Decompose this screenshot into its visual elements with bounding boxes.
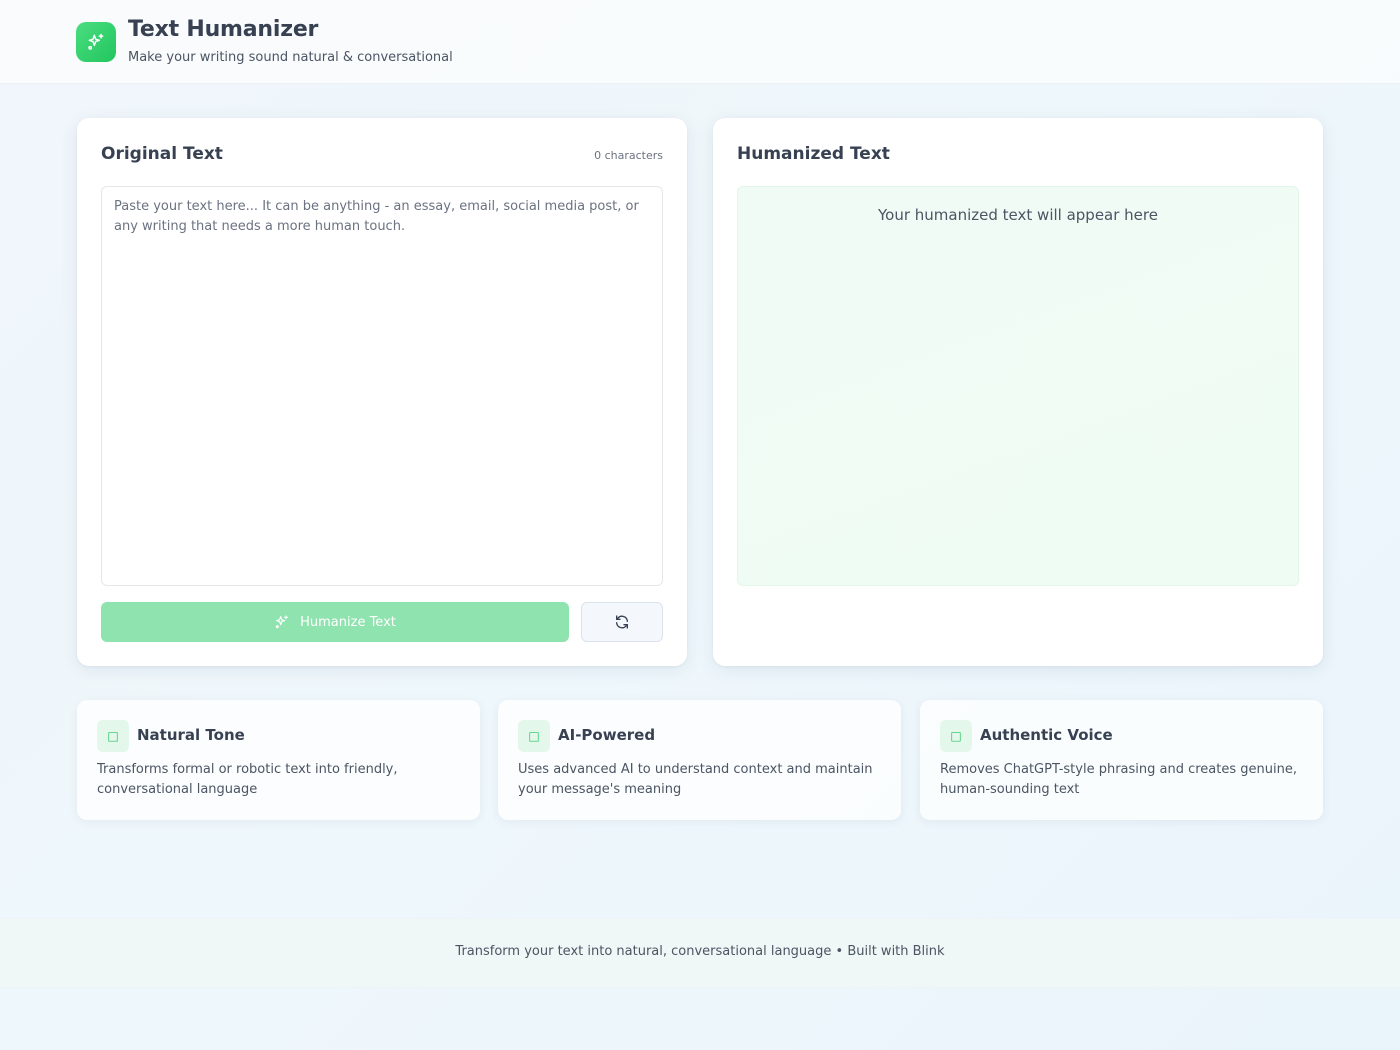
feature-card-ai-powered: □ AI-Powered Uses advanced AI to underst… <box>498 700 901 820</box>
feature-card-natural-tone: □ Natural Tone Transforms formal or robo… <box>77 700 480 820</box>
sparkles-icon <box>76 22 116 62</box>
page-footer: Transform your text into natural, conver… <box>0 918 1400 988</box>
app-subtitle: Make your writing sound natural & conver… <box>128 50 453 65</box>
reset-button[interactable] <box>581 602 663 642</box>
app-header: Text Humanizer Make your writing sound n… <box>0 0 1400 84</box>
sparkles-icon: □ <box>518 720 550 752</box>
original-text-title: Original Text <box>101 144 223 164</box>
feature-description: Removes ChatGPT-style phrasing and creat… <box>940 762 1297 797</box>
humanize-button-label: Humanize Text <box>300 614 396 630</box>
feature-description: Uses advanced AI to understand context a… <box>518 762 873 797</box>
character-count: 0 characters <box>594 149 663 162</box>
refresh-icon <box>614 614 630 630</box>
feature-title: Authentic Voice <box>980 726 1113 744</box>
footer-text: Transform your text into natural, conver… <box>455 944 945 959</box>
message-icon: □ <box>97 720 129 752</box>
feature-card-authentic-voice: □ Authentic Voice Removes ChatGPT-style … <box>920 700 1323 820</box>
humanized-text-output: Your humanized text will appear here <box>737 186 1299 586</box>
sparkles-icon <box>274 614 290 630</box>
feature-title: AI-Powered <box>558 726 656 744</box>
app-title: Text Humanizer <box>128 17 319 42</box>
humanized-text-title: Humanized Text <box>737 144 890 164</box>
humanized-text-panel: Humanized Text Your humanized text will … <box>713 118 1323 666</box>
feature-description: Transforms formal or robotic text into f… <box>97 762 398 797</box>
feature-title: Natural Tone <box>137 726 245 744</box>
original-text-panel: Original Text 0 characters Humanize Text <box>77 118 687 666</box>
user-icon: □ <box>940 720 972 752</box>
humanize-text-button[interactable]: Humanize Text <box>101 602 569 642</box>
output-placeholder: Your humanized text will appear here <box>878 206 1158 224</box>
original-text-input[interactable] <box>101 186 663 586</box>
